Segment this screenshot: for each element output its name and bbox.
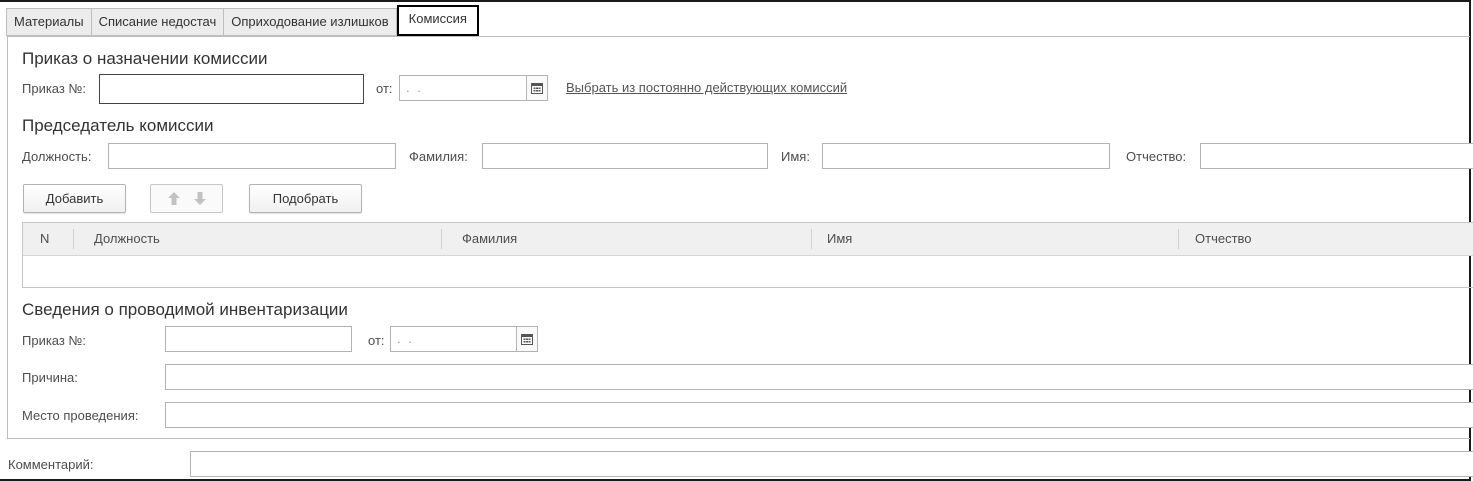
order-date-input[interactable]: . . (399, 75, 527, 101)
inventory-order-number-label: Приказ №: (22, 333, 87, 348)
inventory-date-from-label: от: (368, 333, 385, 348)
tab-materials[interactable]: Материалы (6, 8, 91, 36)
tab-commission[interactable]: Комиссия (396, 5, 479, 36)
order-date-calendar-button[interactable] (526, 75, 548, 101)
column-divider (73, 229, 74, 249)
table-header: N Должность Фамилия Имя Отчество (23, 223, 1473, 256)
select-permanent-commission-link[interactable]: Выбрать из постоянно действующих комисси… (566, 80, 847, 95)
column-header-name[interactable]: Имя (827, 223, 852, 255)
column-header-number[interactable]: N (40, 223, 49, 255)
comment-input[interactable] (190, 451, 1473, 477)
chairman-name-input[interactable] (822, 143, 1110, 169)
inventory-section-title: Сведения о проводимой инвентаризации (22, 300, 348, 319)
column-header-position[interactable]: Должность (94, 223, 160, 255)
chairman-patronymic-label: Отчество: (1126, 149, 1187, 164)
tab-bar: Материалы Списание недостач Оприходовани… (6, 5, 479, 36)
tab-write-off-shortages[interactable]: Списание недостач (90, 8, 224, 36)
inventory-date-calendar-button[interactable] (516, 326, 538, 352)
inventory-order-number-input[interactable] (165, 326, 352, 352)
arrow-down-icon[interactable] (193, 192, 206, 205)
column-header-patronymic[interactable]: Отчество (1195, 223, 1252, 255)
order-number-label: Приказ №: (22, 81, 87, 96)
calendar-icon (531, 83, 543, 94)
calendar-icon (521, 334, 533, 345)
chairman-position-input[interactable] (108, 143, 396, 169)
venue-label: Место проведения: (22, 408, 139, 423)
tab-surplus-posting[interactable]: Оприходование излишков (223, 8, 397, 36)
inventory-date-value: . . (397, 331, 414, 346)
chairman-surname-label: Фамилия: (409, 149, 468, 164)
chairman-section-title: Председатель комиссии (22, 116, 214, 135)
column-divider (811, 229, 812, 249)
commission-members-table[interactable]: N Должность Фамилия Имя Отчество (22, 222, 1473, 288)
order-number-input[interactable] (99, 74, 364, 104)
column-divider (441, 229, 442, 249)
order-date-from-label: от: (376, 81, 393, 96)
column-header-surname[interactable]: Фамилия (462, 223, 517, 255)
add-member-button[interactable]: Добавить (23, 184, 126, 213)
pick-members-button[interactable]: Подобрать (249, 184, 362, 213)
chairman-patronymic-input[interactable] (1200, 143, 1473, 169)
order-date-value: . . (406, 80, 423, 95)
move-row-buttons (150, 184, 223, 213)
chairman-surname-input[interactable] (482, 143, 768, 169)
chairman-name-label: Имя: (781, 149, 810, 164)
reason-label: Причина: (22, 370, 78, 385)
inventory-date-input[interactable]: . . (390, 326, 517, 352)
order-section-title: Приказ о назначении комиссии (22, 49, 268, 68)
reason-input[interactable] (165, 364, 1473, 390)
venue-input[interactable] (165, 402, 1473, 428)
chairman-position-label: Должность: (22, 149, 92, 164)
arrow-up-icon[interactable] (167, 192, 180, 205)
column-divider (1178, 229, 1179, 249)
comment-label: Комментарий: (8, 457, 94, 472)
